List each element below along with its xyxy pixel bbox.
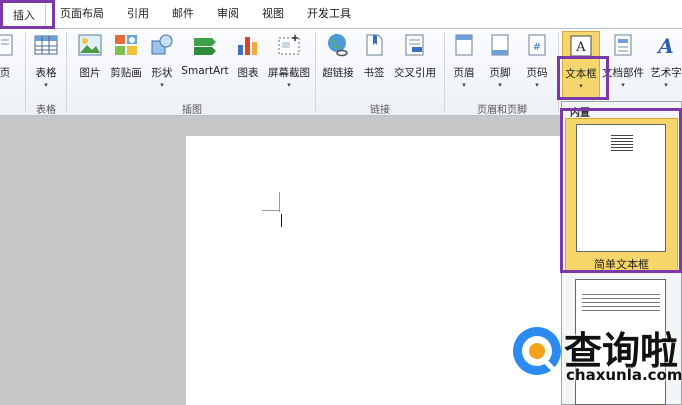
wordart-label: 艺术字 [650, 67, 682, 79]
margin-corner-mark [279, 192, 280, 212]
page-number-dropdown-caret: ▾ [535, 81, 539, 89]
svg-text:A: A [575, 40, 586, 55]
picture-icon [78, 34, 102, 56]
chart-label: 图表 [237, 67, 259, 79]
group-label-tables: 表格 [36, 105, 56, 116]
crossref-label: 交叉引用 [394, 67, 436, 79]
bookmark-button[interactable]: 书签 [360, 33, 388, 101]
tab-view[interactable]: 视图 [262, 7, 284, 21]
clipart-label: 剪贴画 [110, 67, 142, 79]
page-label: 页 [0, 67, 11, 79]
footer-button[interactable]: 页脚 ▾ [486, 33, 514, 101]
page-button[interactable]: 页 [0, 33, 16, 101]
screenshot-icon [278, 35, 300, 55]
tab-review[interactable]: 审阅 [217, 7, 239, 21]
table-button[interactable]: 表格 ▾ [28, 33, 64, 101]
page-icon [0, 34, 13, 56]
screenshot-dropdown-caret: ▾ [287, 81, 291, 89]
footer-label: 页脚 [489, 67, 511, 79]
group-label-links: 链接 [370, 105, 390, 116]
page-number-icon: # [528, 34, 546, 56]
clipart-icon [115, 35, 137, 55]
chart-button[interactable]: 图表 [234, 33, 262, 101]
smartart-icon [194, 38, 216, 55]
group-label-header-footer: 页眉和页脚 [477, 105, 527, 116]
shapes-button[interactable]: 形状 ▾ [148, 33, 176, 101]
table-label: 表格 [35, 67, 57, 79]
footer-dropdown-caret: ▾ [498, 81, 502, 89]
tab-developer[interactable]: 开发工具 [307, 7, 351, 21]
crossref-icon [405, 34, 424, 56]
wordart-dropdown-caret: ▾ [664, 81, 668, 89]
smartart-button[interactable]: SmartArt [180, 33, 230, 101]
tab-page-layout[interactable]: 页面布局 [60, 7, 104, 21]
watermark-url: chaxunla.com [566, 366, 682, 384]
thumbnail-quote-preview [582, 294, 660, 314]
textbox-icon: A [570, 35, 592, 57]
separator [25, 32, 26, 112]
hyperlink-globe-icon [328, 34, 348, 57]
simple-textbox-highlight [560, 108, 682, 273]
hyperlink-button[interactable]: 超链接 [320, 33, 356, 101]
wordart-button[interactable]: A 艺术字 ▾ [646, 33, 682, 101]
screenshot-button[interactable]: 屏幕截图 ▾ [266, 33, 312, 101]
page-number-label: 页码 [526, 67, 548, 79]
header-label: 页眉 [453, 67, 475, 79]
shapes-dropdown-caret: ▾ [160, 81, 164, 89]
crossref-button[interactable]: 交叉引用 [392, 33, 438, 101]
svg-text:A: A [656, 34, 674, 57]
textbox-button-highlight [557, 56, 609, 100]
separator [444, 32, 445, 112]
chart-icon [238, 37, 257, 55]
smartart-label: SmartArt [181, 65, 229, 77]
ribbon-tab-bar: 插入 页面布局 引用 邮件 审阅 视图 开发工具 [0, 0, 682, 29]
watermark-logo: 查询啦 chaxunla.com [510, 320, 682, 402]
margin-corner-mark [262, 210, 280, 211]
shapes-label: 形状 [151, 67, 173, 79]
picture-label: 图片 [79, 67, 101, 79]
insert-tab-highlight [0, 0, 55, 29]
header-dropdown-caret: ▾ [462, 81, 466, 89]
magnifier-logo-icon [513, 327, 561, 375]
bookmark-icon [366, 34, 383, 56]
group-label-illustrations: 插图 [182, 105, 202, 116]
document-page[interactable] [186, 136, 566, 405]
wordart-icon: A [656, 34, 674, 57]
bookmark-label: 书签 [363, 67, 385, 79]
tab-mailings[interactable]: 邮件 [172, 7, 194, 21]
picture-button[interactable]: 图片 [76, 33, 104, 101]
shapes-icon [151, 34, 173, 55]
separator [315, 32, 316, 112]
table-icon [34, 35, 58, 55]
text-cursor [281, 214, 282, 227]
footer-icon [491, 34, 509, 56]
tab-references[interactable]: 引用 [127, 7, 149, 21]
table-dropdown-caret: ▾ [44, 81, 48, 89]
page-number-button[interactable]: # 页码 ▾ [522, 33, 552, 101]
clipart-button[interactable]: 剪贴画 [108, 33, 144, 101]
header-button[interactable]: 页眉 ▾ [450, 33, 478, 101]
hyperlink-label: 超链接 [322, 67, 354, 79]
screenshot-label: 屏幕截图 [268, 67, 310, 79]
separator [66, 32, 67, 112]
svg-text:#: # [533, 42, 541, 53]
header-icon [455, 34, 473, 56]
docparts-icon [614, 34, 632, 56]
